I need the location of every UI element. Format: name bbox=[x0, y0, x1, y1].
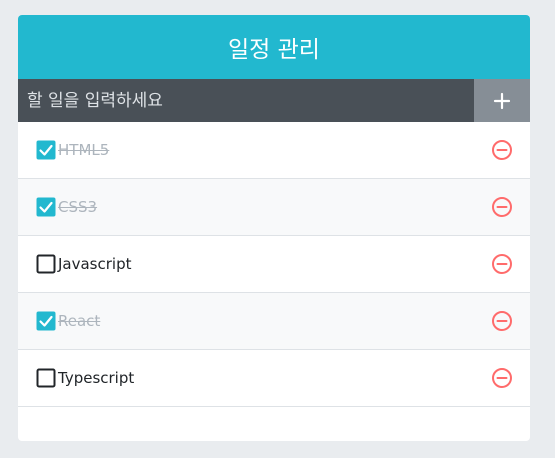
todo-text: CSS3 bbox=[58, 198, 98, 216]
minus-circle-icon bbox=[492, 311, 512, 331]
minus-circle-icon bbox=[492, 197, 512, 217]
todo-text: React bbox=[58, 312, 101, 330]
checkbox-checked-icon bbox=[36, 197, 56, 217]
app-title: 일정 관리 bbox=[18, 15, 530, 79]
checkbox-checked-icon bbox=[36, 311, 56, 331]
todo-input[interactable] bbox=[18, 79, 474, 122]
todo-item: React bbox=[18, 293, 530, 350]
plus-icon bbox=[493, 92, 511, 109]
minus-circle-icon bbox=[492, 254, 512, 274]
todo-item: Javascript bbox=[18, 236, 530, 293]
minus-circle-icon bbox=[492, 140, 512, 160]
minus-circle-icon bbox=[492, 368, 512, 388]
remove-button[interactable] bbox=[490, 138, 514, 162]
remove-button[interactable] bbox=[490, 309, 514, 333]
checkbox-unchecked-icon bbox=[36, 254, 56, 274]
remove-button[interactable] bbox=[490, 366, 514, 390]
checkbox-checked-icon bbox=[36, 140, 56, 160]
remove-button[interactable] bbox=[490, 252, 514, 276]
todo-item: HTML5 bbox=[18, 122, 530, 179]
todo-insert-form bbox=[18, 79, 530, 122]
todo-checkbox-toggle[interactable]: CSS3 bbox=[36, 197, 490, 217]
todo-item: CSS3 bbox=[18, 179, 530, 236]
todo-template: 일정 관리 HTML5 CSS3 bbox=[18, 15, 530, 441]
todo-checkbox-toggle[interactable]: Typescript bbox=[36, 368, 490, 388]
todo-text: Javascript bbox=[58, 255, 132, 273]
todo-checkbox-toggle[interactable]: React bbox=[36, 311, 490, 331]
todo-item: Typescript bbox=[18, 350, 530, 407]
checkbox-unchecked-icon bbox=[36, 368, 56, 388]
remove-button[interactable] bbox=[490, 195, 514, 219]
todo-checkbox-toggle[interactable]: HTML5 bbox=[36, 140, 490, 160]
todo-text: Typescript bbox=[58, 369, 135, 387]
todo-text: HTML5 bbox=[58, 141, 110, 159]
todo-checkbox-toggle[interactable]: Javascript bbox=[36, 254, 490, 274]
add-todo-button[interactable] bbox=[474, 79, 530, 122]
todo-list: HTML5 CSS3 Javascript React Typescript bbox=[18, 122, 530, 441]
